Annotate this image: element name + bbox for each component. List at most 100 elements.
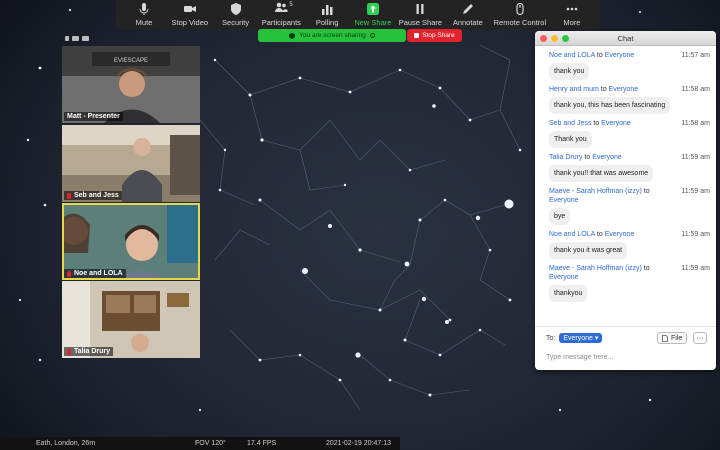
svg-text:EVIESCAPE: EVIESCAPE — [114, 58, 148, 64]
message-recipient: Everyone — [592, 154, 622, 161]
participant-name-tag: Matt - Presenter — [64, 112, 123, 121]
new-share-button[interactable]: New Share — [353, 2, 393, 27]
message-recipient: Everyone — [608, 86, 639, 93]
remote-control-button[interactable]: Remote Control — [493, 2, 547, 27]
screen-sharing-banner: You are screen sharing — [258, 29, 406, 42]
chat-message: Noe and LOLA to Everyone 11:59 am thank y… — [549, 230, 710, 259]
location-text: Eath, London, 26m — [36, 440, 96, 447]
message-sender[interactable]: Maeve - Sarah Hoffman (izzy) — [549, 188, 642, 195]
gallery-view-icon[interactable] — [72, 36, 79, 41]
chat-message-input[interactable] — [546, 351, 706, 363]
video-camera-icon — [183, 6, 196, 12]
message-bubble: Thank you — [549, 131, 592, 148]
chat-compose-area: To: Everyone ▾ File ··· — [535, 326, 716, 370]
participant-name-tag: Noe and LOLA — [64, 269, 126, 278]
window-controls — [540, 35, 569, 42]
message-recipient: Everyone — [604, 52, 635, 59]
participants-icon-wrap: 5 — [274, 0, 293, 18]
file-button[interactable]: File — [657, 332, 688, 344]
to-label: To: — [546, 334, 556, 342]
fov-text: FOV 120° — [195, 440, 226, 447]
participant-count: 5 — [289, 2, 293, 8]
share-arrow-icon — [366, 3, 379, 15]
chat-title: Chat — [617, 34, 634, 43]
message-bubble: thankyou — [549, 285, 588, 302]
message-recipient: Everyone — [549, 197, 579, 204]
message-sender[interactable]: Talia Drury — [549, 154, 582, 161]
more-label: More — [563, 18, 581, 27]
message-time: 11:57 am — [681, 52, 710, 59]
message-sender[interactable]: Noe and LOLA — [549, 52, 595, 59]
minimize-window-icon[interactable] — [551, 35, 558, 42]
stop-share-label: Stop Share — [422, 32, 455, 39]
file-icon — [662, 334, 668, 342]
ellipsis-icon — [566, 7, 578, 11]
message-sender[interactable]: Maeve - Sarah Hoffman (izzy) — [549, 265, 642, 272]
recipient-row: To: Everyone ▾ — [546, 333, 603, 343]
stellarium-status-bar: Eath, London, 26m FOV 120° 17.4 FPS 2021… — [0, 437, 400, 450]
video-panel-controls[interactable] — [62, 32, 200, 45]
more-button[interactable]: More — [552, 2, 592, 27]
participants-icon — [275, 2, 288, 12]
muted-mic-icon — [67, 348, 71, 355]
mute-label: Mute — [135, 18, 153, 27]
datetime-text: 2021-02-19 20:47:13 — [326, 440, 391, 447]
zoom-window-icon[interactable] — [562, 35, 569, 42]
chevron-down-icon: ▾ — [594, 335, 599, 342]
audience-dropdown[interactable]: Everyone ▾ — [559, 333, 603, 343]
pause-share-label: Pause Share — [398, 18, 443, 27]
ellipsis-icon: ··· — [696, 334, 704, 342]
message-recipient: Everyone — [549, 274, 579, 281]
chat-titlebar: Chat — [535, 31, 716, 46]
chat-message: Henry and mum to Everyone 11:58 am thank … — [549, 85, 710, 114]
message-sender[interactable]: Seb and Jess — [549, 120, 591, 127]
message-time: 11:59 am — [681, 231, 710, 238]
annotate-label: Annotate — [452, 18, 483, 27]
chat-message: Maeve - Sarah Hoffman (izzy) to Everyone… — [549, 187, 710, 225]
panel-options-icon[interactable] — [82, 36, 89, 41]
close-window-icon[interactable] — [540, 35, 547, 42]
bar-chart-icon — [322, 5, 333, 15]
video-tile-talia[interactable]: Talia Drury — [62, 281, 200, 358]
participant-name: Seb and Jess — [74, 192, 119, 199]
shield-icon — [230, 3, 241, 15]
stop-square-icon — [414, 33, 420, 38]
audience-value: Everyone — [563, 335, 593, 342]
chat-message: Seb and Jess to Everyone 11:58 am Thank y… — [549, 119, 710, 148]
chat-message: Talia Drury to Everyone 11:59 am thank yo… — [549, 153, 710, 182]
video-tile-presenter[interactable]: EVIESCAPE Matt - Presenter — [62, 46, 200, 123]
participant-name-tag: Seb and Jess — [64, 191, 122, 200]
muted-mic-icon — [67, 192, 71, 199]
pause-icon — [416, 4, 424, 14]
annotate-button[interactable]: Annotate — [448, 2, 488, 27]
message-time: 11:58 am — [681, 86, 710, 93]
message-time: 11:58 am — [681, 120, 710, 127]
chat-message: Noe and LOLA to Everyone 11:57 am thank y… — [549, 51, 710, 80]
participant-name-tag: Talia Drury — [64, 347, 114, 356]
video-tile-noe-lola[interactable]: Noe and LOLA — [62, 203, 200, 280]
meeting-toolbar: Mute Stop Video Security 5 Participants … — [116, 0, 600, 30]
stop-share-button[interactable]: Stop Share — [407, 29, 462, 42]
message-bubble: thank you!! that was awesome — [549, 165, 654, 182]
remote-control-label: Remote Control — [493, 18, 547, 27]
security-button[interactable]: Security — [216, 2, 256, 27]
message-bubble: thank you — [549, 63, 590, 80]
participants-button[interactable]: 5 Participants — [261, 0, 301, 27]
message-time: 11:59 am — [681, 265, 710, 272]
minimize-icon[interactable] — [65, 36, 69, 41]
participants-label: Participants — [261, 18, 301, 27]
message-recipient: Everyone — [604, 231, 635, 238]
new-share-label: New Share — [354, 18, 392, 27]
video-tile-seb-jess[interactable]: Seb and Jess — [62, 125, 200, 202]
message-bubble: thank you, this has been fascinating — [549, 97, 671, 114]
chat-more-button[interactable]: ··· — [693, 332, 707, 344]
message-sender[interactable]: Noe and LOLA — [549, 231, 595, 238]
message-sender[interactable]: Henry and mum — [549, 86, 599, 93]
mute-button[interactable]: Mute — [124, 2, 164, 27]
pause-share-button[interactable]: Pause Share — [399, 2, 442, 27]
message-bubble: bye — [549, 208, 571, 225]
polling-button[interactable]: Polling — [307, 2, 347, 27]
message-recipient: Everyone — [601, 120, 631, 127]
shield-small-icon — [289, 32, 296, 39]
stop-video-button[interactable]: Stop Video — [170, 2, 210, 27]
